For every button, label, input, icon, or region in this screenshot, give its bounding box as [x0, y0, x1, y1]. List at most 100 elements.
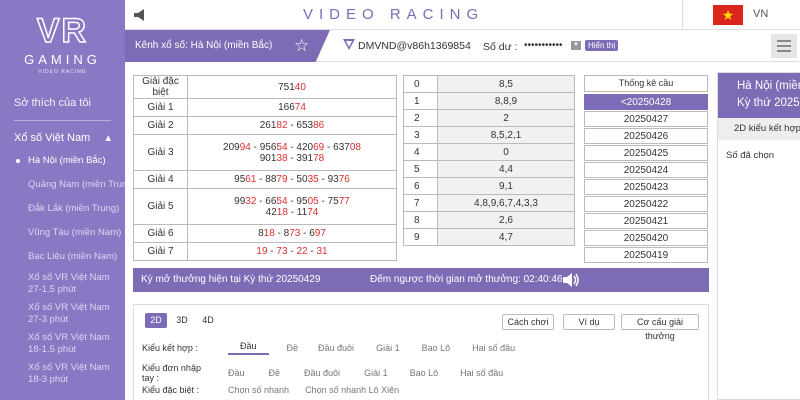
- logo-gaming: GAMING: [24, 52, 101, 67]
- logo-subtitle: VIDEO RACING: [38, 69, 87, 75]
- stats-date[interactable]: 20250424: [584, 162, 708, 178]
- prize-name: Giải 2: [133, 116, 188, 135]
- sidebar-item[interactable]: Đắk Lắk (miền Trung): [0, 197, 125, 221]
- hamburger-menu-icon[interactable]: [771, 34, 797, 58]
- bet-type-row: Kiểu đặc biệt : Chọn số nhanh Chọn số nhan…: [142, 385, 399, 395]
- prize-name: Giải 6: [133, 224, 188, 243]
- lo-head: 6: [403, 177, 438, 195]
- number-segment: 18: [276, 206, 288, 218]
- lo-head: 0: [403, 75, 438, 93]
- lo-tails: 2,6: [437, 211, 575, 229]
- sidebar-item[interactable]: Hà Nội (miền Bắc): [0, 149, 125, 173]
- result-row: Giải 6 818 - 873 - 697: [133, 224, 397, 243]
- bet-option[interactable]: Bao Lô: [410, 368, 439, 378]
- lo-head: 1: [403, 92, 438, 110]
- stats-date[interactable]: 20250420: [584, 230, 708, 246]
- bet-option[interactable]: Chọn số nhanh Lô Xiên: [305, 385, 399, 395]
- tab-2d[interactable]: 2D: [145, 313, 167, 328]
- prize-numbers: 20994 - 95654 - 42069 - 63708 90138 - 391…: [187, 134, 397, 171]
- sidebar-group-vietnam[interactable]: Xổ số Việt Nam ▴: [0, 127, 125, 149]
- stats-date[interactable]: 20250419: [584, 247, 708, 263]
- bet-type-label: Kiểu kết hợp :: [142, 343, 198, 353]
- prize-line: 19 - 73 - 22 - 31: [188, 246, 396, 257]
- lo-row: 5 4,4: [403, 160, 575, 178]
- bet-option[interactable]: Giải 1: [364, 368, 388, 378]
- sidebar-item[interactable]: Vũng Tàu (miền Nam): [0, 221, 125, 245]
- number-segment: - 8: [274, 228, 290, 239]
- prize-line: 26182 - 65386: [188, 120, 396, 131]
- prize-line: 9932 - 6654 - 9505 - 7577: [188, 196, 396, 207]
- logo[interactable]: VR GAMING VIDEO RACING: [0, 0, 125, 92]
- lo-row: 6 9,1: [403, 177, 575, 195]
- prize-line: 16674: [188, 102, 396, 113]
- sidebar-item[interactable]: Xổ số VR Việt Nam 27-1.5 phút: [0, 269, 125, 299]
- bet-option[interactable]: Hai số đầu: [472, 343, 515, 353]
- sidebar-favorites[interactable]: Sở thích của tôi: [0, 92, 125, 114]
- number-segment: - 11: [287, 206, 308, 218]
- sidebar-item[interactable]: Xổ số VR Việt Nam 18-3 phút: [0, 359, 125, 389]
- bet-option[interactable]: Đề: [287, 343, 299, 353]
- sidebar-item[interactable]: Quảng Nam (miền Trung): [0, 173, 125, 197]
- lo-head: 5: [403, 160, 438, 178]
- bet-option[interactable]: Đầu đuôi: [304, 368, 340, 378]
- bet-option[interactable]: Hai số đầu: [460, 368, 503, 378]
- divider: [682, 0, 683, 30]
- prize-structure-button[interactable]: Cơ cấu giải thưởng: [621, 314, 699, 341]
- bet-type-label: Kiểu đặc biệt :: [142, 385, 200, 395]
- vietnam-flag-icon[interactable]: ★: [713, 5, 743, 25]
- bet-option[interactable]: Bao Lô: [422, 343, 451, 353]
- bet-option[interactable]: Chọn số nhanh: [228, 385, 289, 395]
- tab-4d[interactable]: 4D: [197, 313, 219, 328]
- chosen-numbers-label: Số đã chọn: [726, 150, 775, 161]
- lo-tails: 4,8,9,6,7,4,3,3: [437, 194, 575, 212]
- sidebar-item[interactable]: Xổ số VR Việt Nam 27-3 phút: [0, 299, 125, 329]
- stats-date[interactable]: 20250425: [584, 145, 708, 161]
- bet-option[interactable]: Giải 1: [376, 343, 400, 353]
- bet-option[interactable]: Đầu đuôi: [318, 343, 354, 353]
- announcement-icon[interactable]: [133, 8, 147, 22]
- stats-date[interactable]: 20250423: [584, 179, 708, 195]
- prize-numbers: 75140: [187, 75, 397, 99]
- number-segment: 166: [278, 102, 295, 113]
- show-balance-button[interactable]: Hiển thị: [585, 40, 619, 51]
- lo-tails: 2: [437, 109, 575, 127]
- lo-head: 3: [403, 126, 438, 144]
- number-segment: 209: [223, 141, 240, 153]
- prize-name: Giải 1: [133, 98, 188, 117]
- language-selector[interactable]: VN: [753, 8, 768, 20]
- prize-name: Giải 4: [133, 170, 188, 189]
- stats-date[interactable]: 20250426: [584, 128, 708, 144]
- stats-date[interactable]: 20250427: [584, 111, 708, 127]
- prize-line: 75140: [188, 82, 396, 93]
- username: DMVND@v86h1369854: [358, 40, 471, 52]
- bet-slip-panel: Hà Nội (miền Kỳ thứ 2025 2D kiểu kết hợp…: [717, 72, 800, 400]
- stats-date[interactable]: <20250428: [584, 94, 708, 110]
- volume-icon[interactable]: [561, 271, 581, 289]
- number-segment: 901: [259, 152, 277, 164]
- example-button[interactable]: Ví dụ: [563, 314, 615, 330]
- bet-option[interactable]: Đầu: [228, 341, 269, 355]
- result-row: Giải 1 16674: [133, 98, 397, 117]
- favorite-star-icon[interactable]: ☆: [294, 37, 309, 54]
- number-segment: 261: [259, 120, 277, 131]
- number-segment: 18: [263, 228, 275, 239]
- balance-label: Số dư :: [483, 41, 518, 53]
- number-segment: 05: [307, 195, 319, 207]
- bet-option[interactable]: Đề: [269, 368, 281, 378]
- sidebar-item[interactable]: Bạc Liêu (miền Nam): [0, 245, 125, 269]
- number-segment: 97: [314, 228, 326, 239]
- bet-type-row: Kiểu kết hợp : Đầu Đề Đầu đuôi Giải 1 Bao Lô H…: [142, 341, 515, 355]
- stats-date[interactable]: 20250422: [584, 196, 708, 212]
- tab-3d[interactable]: 3D: [171, 313, 193, 328]
- how-to-play-button[interactable]: Cách chơi: [502, 314, 554, 330]
- stats-date[interactable]: 20250421: [584, 213, 708, 229]
- prize-name: Giải đặc biệt: [133, 75, 188, 99]
- chevron-down-icon[interactable]: ▼: [571, 41, 581, 50]
- bet-option[interactable]: Đầu: [228, 368, 245, 378]
- sidebar-divider: [14, 120, 111, 121]
- sidebar-item[interactable]: Xổ số VR Việt Nam 18-1.5 phút: [0, 329, 125, 359]
- lo-row: 3 8,5,2,1: [403, 126, 575, 144]
- prize-name: Giải 7: [133, 242, 188, 261]
- prize-numbers: 9561 - 8879 - 5035 - 9376: [187, 170, 397, 189]
- results-table: Giải đặc biệt 75140 Giải 1 16674 Giải 2 26182…: [133, 75, 397, 261]
